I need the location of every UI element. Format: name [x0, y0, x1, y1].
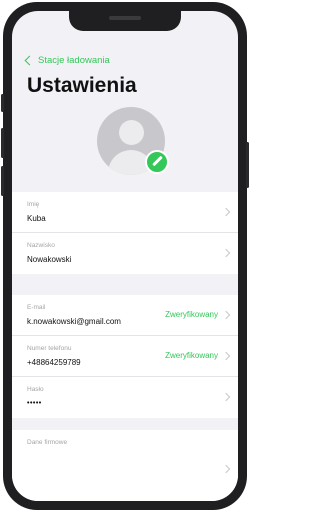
- company-data-row[interactable]: Dane firmowe: [12, 430, 238, 501]
- speaker-grille: [109, 16, 141, 20]
- last-name-row[interactable]: Nazwisko Nowakowski: [12, 233, 238, 274]
- company-data-label: Dane firmowe: [27, 439, 68, 446]
- pencil-icon: [152, 155, 163, 167]
- notch: [69, 11, 181, 31]
- edit-avatar-button[interactable]: [145, 150, 169, 174]
- chevron-right-icon: [221, 351, 231, 361]
- phone-label: Numer telefonu: [27, 345, 72, 352]
- phone-status-badge: Zweryfikowany: [165, 351, 218, 360]
- password-label: Hasło: [27, 386, 44, 393]
- email-row[interactable]: E-mail k.nowakowski@gmail.com Zweryfikow…: [12, 295, 238, 336]
- first-name-row[interactable]: Imię Kuba: [12, 192, 238, 233]
- password-value: •••••: [27, 400, 42, 407]
- phone-frame: Stacje ładowania Ustawienia Imię Kuba Na…: [1, 2, 249, 510]
- chevron-left-icon: [24, 55, 35, 66]
- first-name-value: Kuba: [27, 214, 46, 223]
- password-row[interactable]: Hasło •••••: [12, 377, 238, 418]
- last-name-label: Nazwisko: [27, 242, 55, 249]
- screen: Stacje ładowania Ustawienia Imię Kuba Na…: [12, 11, 238, 501]
- email-label: E-mail: [27, 304, 46, 311]
- back-label: Stacje ładowania: [38, 55, 110, 66]
- side-button: [1, 94, 4, 112]
- personal-section: Imię Kuba Nazwisko Nowakowski: [12, 192, 238, 274]
- first-name-label: Imię: [27, 201, 40, 208]
- chevron-right-icon: [221, 207, 231, 217]
- avatar-head: [119, 120, 144, 145]
- company-section: Dane firmowe: [12, 430, 238, 501]
- volume-up-button: [1, 128, 4, 158]
- phone-row[interactable]: Numer telefonu +48864259789 Zweryfikowan…: [12, 336, 238, 377]
- last-name-value: Nowakowski: [27, 255, 72, 264]
- email-status-badge: Zweryfikowany: [165, 310, 218, 319]
- chevron-right-icon: [221, 310, 231, 320]
- volume-down-button: [1, 166, 4, 196]
- email-value: k.nowakowski@gmail.com: [27, 317, 121, 326]
- chevron-right-icon: [221, 392, 231, 402]
- phone-value: +48864259789: [27, 358, 81, 367]
- chevron-right-icon: [221, 248, 231, 258]
- power-button: [246, 142, 249, 188]
- page-title: Ustawienia: [27, 74, 137, 97]
- chevron-right-icon: [221, 464, 231, 474]
- account-section: E-mail k.nowakowski@gmail.com Zweryfikow…: [12, 295, 238, 418]
- back-button[interactable]: Stacje ładowania: [24, 55, 110, 66]
